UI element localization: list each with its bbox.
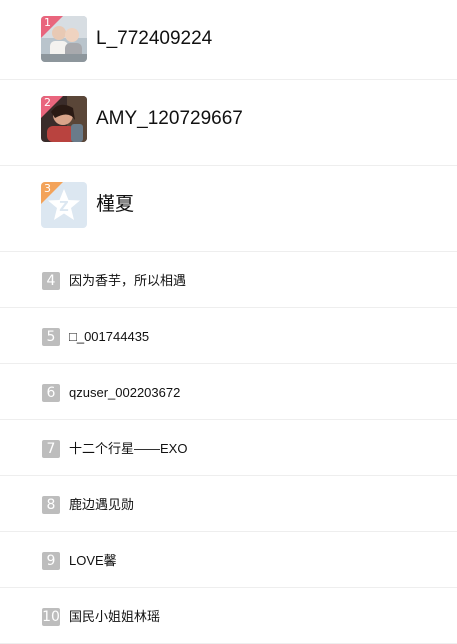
user-avatar[interactable]: 2 <box>41 96 87 142</box>
user-name[interactable]: qzuser_002203672 <box>69 384 180 402</box>
rank-number: 1 <box>44 16 51 29</box>
ranking-item-8[interactable]: 8 鹿边遇见勋 <box>0 476 457 532</box>
user-avatar[interactable]: Z 3 <box>41 182 87 228</box>
rank-number-badge: 10 <box>42 608 60 626</box>
ranking-item-10[interactable]: 10 国民小姐姐林瑶 <box>0 588 457 644</box>
rank-number: 3 <box>44 182 51 195</box>
user-avatar[interactable]: 1 <box>41 16 87 62</box>
ranking-item-7[interactable]: 7 十二个行星——EXO <box>0 420 457 476</box>
user-name[interactable]: AMY_120729667 <box>96 107 243 131</box>
rank-number-badge: 4 <box>42 272 60 290</box>
rank-number-badge: 6 <box>42 384 60 402</box>
user-name[interactable]: 国民小姐姐林瑶 <box>69 608 160 626</box>
user-name[interactable]: □_001744435 <box>69 328 149 346</box>
ranking-item-3[interactable]: Z 3 槿夏 <box>0 166 457 252</box>
user-name[interactable]: L_772409224 <box>96 27 212 51</box>
ranking-item-9[interactable]: 9 LOVE馨 <box>0 532 457 588</box>
rank-number-badge: 8 <box>42 496 60 514</box>
user-name[interactable]: LOVE馨 <box>69 552 117 570</box>
ranking-item-2[interactable]: 2 AMY_120729667 <box>0 80 457 166</box>
rank-number-badge: 7 <box>42 440 60 458</box>
ranking-list: 1 L_772409224 2 AMY_120729667 Z 3 槿夏 4 因… <box>0 0 457 644</box>
user-name[interactable]: 因为香芋，所以相遇 <box>69 272 186 290</box>
user-name[interactable]: 鹿边遇见勋 <box>69 496 134 514</box>
ranking-item-6[interactable]: 6 qzuser_002203672 <box>0 364 457 420</box>
user-name[interactable]: 槿夏 <box>96 193 134 217</box>
ranking-item-4[interactable]: 4 因为香芋，所以相遇 <box>0 252 457 308</box>
user-name[interactable]: 十二个行星——EXO <box>69 440 187 458</box>
ranking-item-1[interactable]: 1 L_772409224 <box>0 0 457 80</box>
rank-number: 2 <box>44 96 51 109</box>
rank-number-badge: 5 <box>42 328 60 346</box>
rank-number-badge: 9 <box>42 552 60 570</box>
ranking-item-5[interactable]: 5 □_001744435 <box>0 308 457 364</box>
